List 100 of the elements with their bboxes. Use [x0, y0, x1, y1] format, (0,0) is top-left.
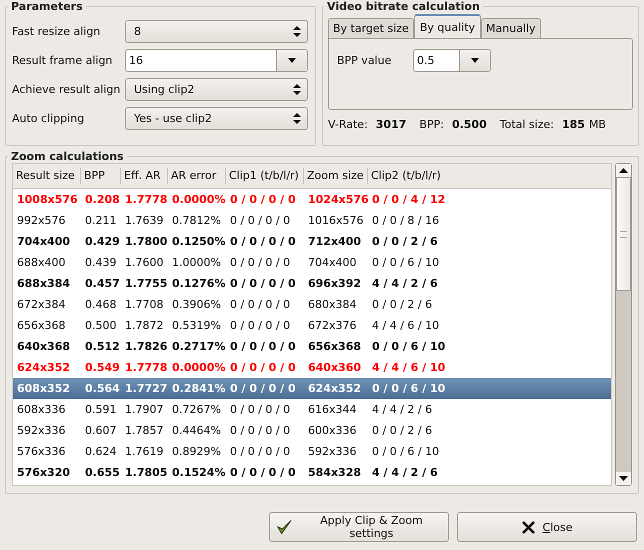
- table-cell-text: 4 / 4 / 2 / 6: [371, 277, 439, 290]
- table-cell-text: 0.2841%: [171, 382, 226, 395]
- column-header[interactable]: Eff. AR: [121, 168, 168, 184]
- table-cell-text: 0.439: [84, 256, 118, 269]
- table-row[interactable]: 640x368 0.512 1.7826 0.2717% 0 / 0 / 0 / 0 656x368 0 / 0 / 6 / 10: [13, 336, 611, 357]
- table-cell-text: 0 / 0 / 0 / 0: [229, 445, 292, 458]
- table-cell-text: 0 / 0 / 6 / 10: [371, 445, 440, 458]
- table-cell-text: 0.2717%: [171, 340, 226, 353]
- table-cell-text: 0.564: [84, 382, 121, 395]
- group-title: Parameters: [10, 0, 84, 13]
- table-cell-text: 624x352: [16, 361, 72, 374]
- up-down-arrow-icon: [293, 26, 301, 36]
- table-cell-text: 1.7805: [124, 466, 168, 479]
- table-cell-text: 1.0000%: [171, 256, 222, 269]
- table-row[interactable]: 576x320 0.655 1.7805 0.1524% 0 / 0 / 0 / 0 584x328 4 / 4 / 2 / 6: [13, 462, 611, 483]
- column-header[interactable]: BPP: [81, 168, 121, 184]
- table-cell-text: 0 / 0 / 0 / 0: [229, 361, 297, 374]
- stat-label: Total size:: [500, 118, 554, 131]
- table-row[interactable]: 688x384 0.457 1.7755 0.1276% 0 / 0 / 0 / 0 696x392 4 / 4 / 2 / 6: [13, 273, 611, 294]
- table-cell-text: 616x344: [307, 403, 358, 416]
- table-row[interactable]: 1008x576 0.208 1.7778 0.0000% 0 / 0 / 0 / 0 1024x576 0 / 0 / 4 / 12: [13, 189, 611, 210]
- table-cell-text: 1024x576: [307, 193, 370, 206]
- scrollbar[interactable]: [615, 163, 632, 486]
- table-cell-text: 4 / 4 / 6 / 10: [371, 361, 446, 374]
- column-header[interactable]: Zoom size: [304, 168, 368, 184]
- tab[interactable]: By target size: [328, 18, 414, 38]
- table-cell-text: 0 / 0 / 4 / 12: [371, 193, 446, 206]
- table-cell-text: 0 / 0 / 0 / 0: [229, 193, 297, 206]
- apply-button[interactable]: Apply Clip & Zoom settings: [269, 512, 449, 542]
- table-row[interactable]: 592x336 0.607 1.7857 0.4464% 0 / 0 / 0 / 0 600x336 0 / 0 / 2 / 6: [13, 420, 611, 441]
- close-button[interactable]: Close: [457, 512, 637, 542]
- checkmark-icon: [276, 518, 293, 536]
- table-cell-text: 592x336: [307, 445, 358, 458]
- table-cell-text: 584x328: [307, 466, 362, 479]
- table-cell-text: 640x368: [16, 340, 72, 353]
- select-field[interactable]: Yes - use clip2: [125, 106, 308, 130]
- table-cell-text: 0 / 0 / 0 / 0: [229, 235, 297, 248]
- table-row[interactable]: 704x400 0.429 1.7800 0.1250% 0 / 0 / 0 / 0 712x400 0 / 0 / 2 / 6: [13, 231, 611, 252]
- table-cell-text: 0.208: [84, 193, 121, 206]
- table-cell-text: 0.211: [84, 214, 118, 227]
- table-cell-text: 592x336: [16, 424, 67, 437]
- table-cell-text: 608x352: [16, 382, 72, 395]
- table-cell-text: 4 / 4 / 2 / 6: [371, 403, 434, 416]
- column-header[interactable]: Result size: [13, 168, 81, 184]
- stat-value: 185: [562, 118, 585, 131]
- dropdown-arrow-icon: [288, 58, 296, 62]
- table-cell-text: 0 / 0 / 0 / 0: [229, 382, 297, 395]
- scroll-thumb[interactable]: [616, 177, 631, 291]
- table-cell-text: 1016x576: [307, 214, 364, 227]
- table-cell-text: 992x576: [16, 214, 67, 227]
- table-row[interactable]: 656x368 0.500 1.7872 0.5319% 0 / 0 / 0 / 0 672x376 4 / 4 / 6 / 10: [13, 315, 611, 336]
- table-row[interactable]: 624x352 0.549 1.7778 0.0000% 0 / 0 / 0 / 0 640x360 4 / 4 / 6 / 10: [13, 357, 611, 378]
- table-cell-text: 0 / 0 / 0 / 0: [229, 214, 292, 227]
- table-cell-text: 624x352: [307, 382, 362, 395]
- column-header[interactable]: AR error: [168, 168, 226, 184]
- table-cell-text: 0.0000%: [171, 193, 226, 206]
- group-title: Video bitrate calculation: [326, 0, 481, 13]
- table-cell-text: 1.7755: [124, 277, 168, 290]
- field-label: Result frame align: [12, 54, 114, 66]
- table-cell-text: 1.7708: [124, 298, 164, 311]
- table-cell-text: 608x336: [16, 403, 67, 416]
- table-row[interactable]: 688x400 0.439 1.7600 1.0000% 0 / 0 / 0 / 0 704x400 0 / 0 / 6 / 10: [13, 252, 611, 273]
- table-cell-text: 0 / 0 / 0 / 0: [229, 256, 292, 269]
- table-cell-text: 688x400: [16, 256, 67, 269]
- tab[interactable]: Manually: [481, 18, 541, 38]
- table-cell-text: 0.512: [84, 340, 121, 353]
- table-cell-text: 696x392: [307, 277, 362, 290]
- table-row[interactable]: 992x576 0.211 1.7639 0.7812% 0 / 0 / 0 / 0 1016x576 0 / 0 / 8 / 16: [13, 210, 611, 231]
- table-cell-text: 0 / 0 / 2 / 6: [371, 298, 434, 311]
- select-field[interactable]: 8: [125, 20, 308, 42]
- table-cell-text: 0 / 0 / 0 / 0: [229, 277, 297, 290]
- table-cell-text: 0 / 0 / 6 / 10: [371, 256, 440, 269]
- table-cell-text: 4 / 4 / 6 / 10: [371, 319, 440, 332]
- table-cell-text: 0 / 0 / 2 / 6: [371, 235, 439, 248]
- table-row[interactable]: 672x384 0.468 1.7708 0.3906% 0 / 0 / 0 / 0 680x384 0 / 0 / 2 / 6: [13, 294, 611, 315]
- table-cell-text: 0 / 0 / 0 / 0: [229, 319, 292, 332]
- table-cell-text: 0.8929%: [171, 445, 222, 458]
- combo-field[interactable]: 0.5: [413, 49, 491, 72]
- table-cell-text: 1.7600: [124, 256, 164, 269]
- tab[interactable]: By quality: [414, 14, 482, 38]
- select-field[interactable]: Using clip2: [125, 78, 308, 100]
- column-header[interactable]: Clip1 (t/b/l/r): [226, 168, 304, 184]
- table-cell-text: 704x400: [307, 256, 358, 269]
- table-cell-text: 1.7639: [124, 214, 164, 227]
- table-row[interactable]: 608x352 0.564 1.7727 0.2841% 0 / 0 / 0 / 0 624x352 0 / 0 / 6 / 10: [13, 378, 611, 399]
- table-cell-text: 704x400: [16, 235, 72, 248]
- table-cell-text: 0 / 0 / 0 / 0: [229, 340, 297, 353]
- table-row[interactable]: 576x336 0.624 1.7619 0.8929% 0 / 0 / 0 / 0 592x336 0 / 0 / 6 / 10: [13, 441, 611, 462]
- group-title: Zoom calculations: [10, 150, 125, 163]
- table-cell-text: 0.468: [84, 298, 118, 311]
- table-cell-text: 1.7778: [124, 361, 168, 374]
- combo-field[interactable]: 16: [125, 48, 308, 72]
- column-header[interactable]: Clip2 (t/b/l/r): [368, 168, 488, 184]
- table-cell-text: 1.7826: [124, 340, 168, 353]
- table-cell-text: 0.1524%: [171, 466, 226, 479]
- table-cell-text: 0.457: [84, 277, 121, 290]
- table-cell-text: 576x336: [16, 445, 67, 458]
- table-row[interactable]: 608x336 0.591 1.7907 0.7267% 0 / 0 / 0 / 0 616x344 4 / 4 / 2 / 6: [13, 399, 611, 420]
- table-cell-text: 680x384: [307, 298, 358, 311]
- table-cell-text: 1.7778: [124, 193, 168, 206]
